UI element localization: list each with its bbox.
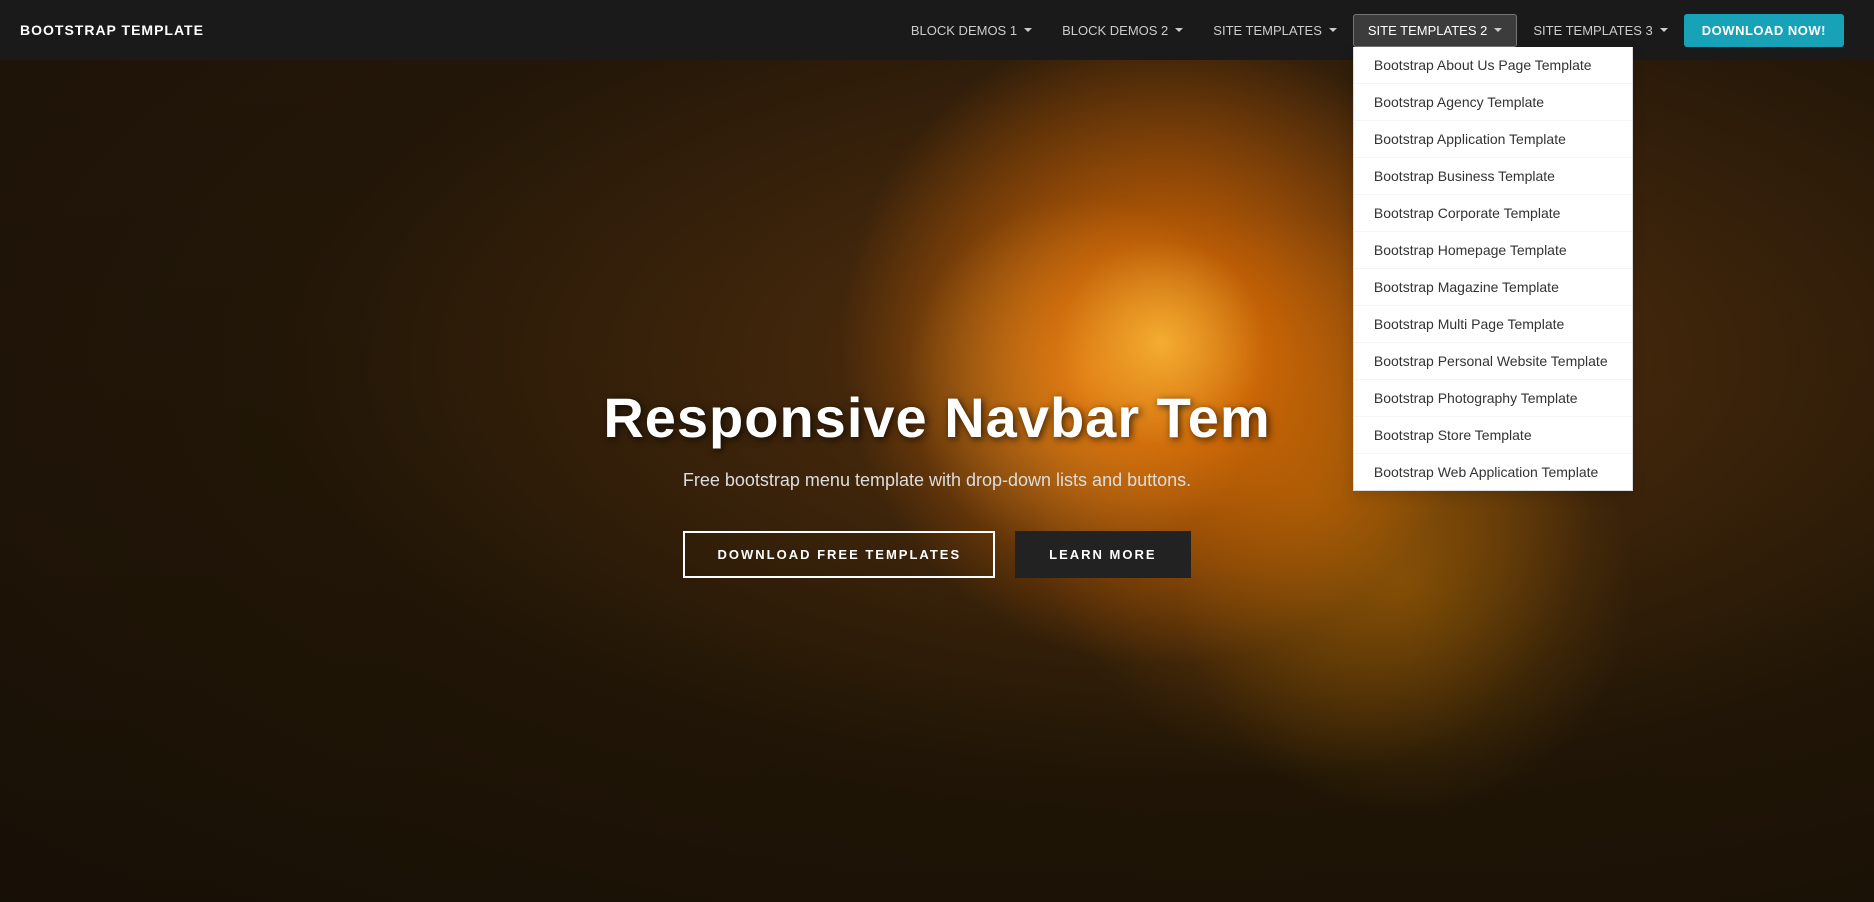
chevron-down-icon [1494,28,1502,32]
dropdown-item-web-application[interactable]: Bootstrap Web Application Template [1354,454,1632,490]
nav-item-site-templates-3: SITE TEMPLATES 3 [1519,15,1681,46]
hero-subtitle: Free bootstrap menu template with drop-d… [683,470,1191,491]
dropdown-item-multi-page[interactable]: Bootstrap Multi Page Template [1354,306,1632,343]
download-free-templates-button[interactable]: DOWNLOAD FREE TEMPLATES [683,531,995,578]
chevron-down-icon [1329,28,1337,32]
nav-item-site-templates: SITE TEMPLATES [1199,15,1351,46]
dropdown-item-homepage[interactable]: Bootstrap Homepage Template [1354,232,1632,269]
nav-item-block-demos-2: BLOCK DEMOS 2 [1048,15,1197,46]
dropdown-item-application[interactable]: Bootstrap Application Template [1354,121,1632,158]
dropdown-item-store[interactable]: Bootstrap Store Template [1354,417,1632,454]
hero-buttons: DOWNLOAD FREE TEMPLATES LEARN MORE [683,531,1190,578]
hero-title: Responsive Navbar Tem [603,385,1270,450]
download-now-button[interactable]: DOWNLOAD NOW! [1684,14,1844,47]
dropdown-menu-site-templates-2: Bootstrap About Us Page Template Bootstr… [1353,47,1633,491]
navbar: BOOTSTRAP TEMPLATE BLOCK DEMOS 1 BLOCK D… [0,0,1874,60]
learn-more-button[interactable]: LEARN MORE [1015,531,1190,578]
chevron-down-icon [1660,28,1668,32]
nav-link-site-templates-3[interactable]: SITE TEMPLATES 3 [1519,15,1681,46]
dropdown-item-business[interactable]: Bootstrap Business Template [1354,158,1632,195]
chevron-down-icon [1175,28,1183,32]
nav-link-block-demos-2[interactable]: BLOCK DEMOS 2 [1048,15,1197,46]
nav-link-block-demos-1[interactable]: BLOCK DEMOS 1 [897,15,1046,46]
dropdown-item-photography[interactable]: Bootstrap Photography Template [1354,380,1632,417]
dropdown-item-about-us[interactable]: Bootstrap About Us Page Template [1354,47,1632,84]
navbar-nav: BLOCK DEMOS 1 BLOCK DEMOS 2 SITE TEMPLAT… [897,14,1844,47]
nav-link-site-templates-2[interactable]: SITE TEMPLATES 2 [1353,14,1517,47]
nav-item-block-demos-1: BLOCK DEMOS 1 [897,15,1046,46]
navbar-brand: BOOTSTRAP TEMPLATE [20,22,204,38]
dropdown-item-corporate[interactable]: Bootstrap Corporate Template [1354,195,1632,232]
nav-link-site-templates[interactable]: SITE TEMPLATES [1199,15,1351,46]
nav-item-site-templates-2: SITE TEMPLATES 2 Bootstrap About Us Page… [1353,14,1517,47]
chevron-down-icon [1024,28,1032,32]
dropdown-item-personal-website[interactable]: Bootstrap Personal Website Template [1354,343,1632,380]
dropdown-item-magazine[interactable]: Bootstrap Magazine Template [1354,269,1632,306]
dropdown-item-agency[interactable]: Bootstrap Agency Template [1354,84,1632,121]
